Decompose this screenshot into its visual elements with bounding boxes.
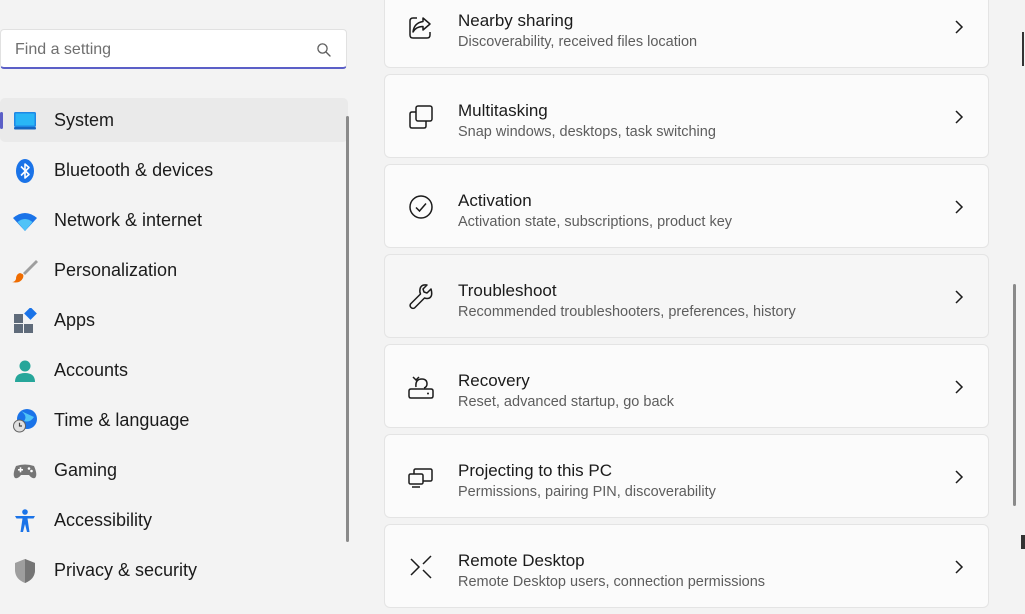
main-scrollbar[interactable] <box>1013 284 1016 506</box>
sidebar-item-label: Privacy & security <box>54 559 198 580</box>
card-subtitle: Discoverability, received files location <box>458 34 698 50</box>
card-nearby-sharing[interactable]: Nearby sharing Discoverability, received… <box>384 0 989 68</box>
sidebar-item-network[interactable]: Network & internet <box>0 198 348 242</box>
shield-icon <box>15 559 35 583</box>
chevron-right-icon <box>955 560 964 574</box>
card-title: Projecting to this PC <box>458 461 613 480</box>
sidebar-item-accounts[interactable]: Accounts <box>0 348 348 392</box>
globe-clock-icon <box>13 409 37 433</box>
remote-desktop-icon <box>410 555 432 579</box>
sidebar-item-label: Accounts <box>54 359 129 380</box>
settings-list: Nearby sharing Discoverability, received… <box>384 0 989 614</box>
apps-icon <box>14 308 37 333</box>
card-title: Remote Desktop <box>458 551 585 570</box>
card-recovery[interactable]: Recovery Reset, advanced startup, go bac… <box>384 344 989 428</box>
card-subtitle: Permissions, pairing PIN, discoverabilit… <box>458 484 716 500</box>
chevron-right-icon <box>955 380 964 394</box>
brush-icon <box>12 260 38 283</box>
chevron-right-icon <box>955 470 964 484</box>
sidebar-scrollbar[interactable] <box>346 116 349 542</box>
projecting-icon <box>408 468 433 488</box>
system-display-icon <box>14 112 36 130</box>
card-title: Activation <box>458 191 532 210</box>
window-edge-mark <box>1021 535 1025 549</box>
card-subtitle: Activation state, subscriptions, product… <box>458 214 733 230</box>
card-title: Troubleshoot <box>458 281 557 300</box>
card-projecting[interactable]: Projecting to this PC Permissions, pairi… <box>384 434 989 518</box>
sidebar-item-gaming[interactable]: Gaming <box>0 448 348 492</box>
search-box[interactable] <box>0 29 347 70</box>
person-icon <box>15 360 35 382</box>
wifi-icon <box>13 213 37 231</box>
card-subtitle: Snap windows, desktops, task switching <box>458 124 716 140</box>
card-title: Recovery <box>458 371 530 390</box>
chevron-right-icon <box>955 110 964 124</box>
card-title: Multitasking <box>458 101 548 120</box>
card-subtitle: Remote Desktop users, connection permiss… <box>458 574 766 590</box>
sidebar-item-label: Gaming <box>54 459 118 480</box>
gamepad-icon <box>13 464 37 479</box>
check-circle-icon <box>409 195 433 219</box>
card-remote-desktop[interactable]: Remote Desktop Remote Desktop users, con… <box>384 524 989 608</box>
sidebar-item-label: Apps <box>54 309 96 330</box>
sidebar-item-accessibility[interactable]: Accessibility <box>0 498 348 542</box>
sidebar-nav: System Bluetooth & devices Network & int… <box>0 98 348 598</box>
card-troubleshoot[interactable]: Troubleshoot Recommended troubleshooters… <box>384 254 989 338</box>
sidebar-item-label: Accessibility <box>54 509 153 530</box>
share-icon <box>409 17 431 39</box>
wrench-icon <box>409 284 433 310</box>
sidebar-item-system[interactable]: System <box>0 98 348 142</box>
sidebar-item-time-language[interactable]: Time & language <box>0 398 348 442</box>
sidebar-item-label: System <box>54 109 115 130</box>
sidebar-item-label: Personalization <box>54 259 178 280</box>
sidebar-item-apps[interactable]: Apps <box>0 298 348 342</box>
window-edge <box>1022 32 1024 66</box>
card-title: Nearby sharing <box>458 11 574 30</box>
sidebar-item-privacy-security[interactable]: Privacy & security <box>0 548 348 592</box>
sidebar-item-label: Time & language <box>54 409 190 430</box>
card-subtitle: Recommended troubleshooters, preferences… <box>458 304 796 320</box>
chevron-right-icon <box>955 200 964 214</box>
sidebar-item-bluetooth[interactable]: Bluetooth & devices <box>0 148 348 192</box>
recovery-icon <box>408 376 434 399</box>
chevron-right-icon <box>955 20 964 34</box>
bluetooth-icon <box>16 159 34 183</box>
multitasking-icon <box>409 105 433 129</box>
card-multitasking[interactable]: Multitasking Snap windows, desktops, tas… <box>384 74 989 158</box>
accessibility-icon <box>15 509 35 532</box>
card-activation[interactable]: Activation Activation state, subscriptio… <box>384 164 989 248</box>
card-subtitle: Reset, advanced startup, go back <box>458 394 675 410</box>
sidebar-item-label: Bluetooth & devices <box>54 159 214 180</box>
sidebar-item-personalization[interactable]: Personalization <box>0 248 348 292</box>
search-icon[interactable] <box>316 42 332 58</box>
sidebar-item-label: Network & internet <box>54 209 203 230</box>
chevron-right-icon <box>955 290 964 304</box>
search-input[interactable] <box>13 30 307 70</box>
